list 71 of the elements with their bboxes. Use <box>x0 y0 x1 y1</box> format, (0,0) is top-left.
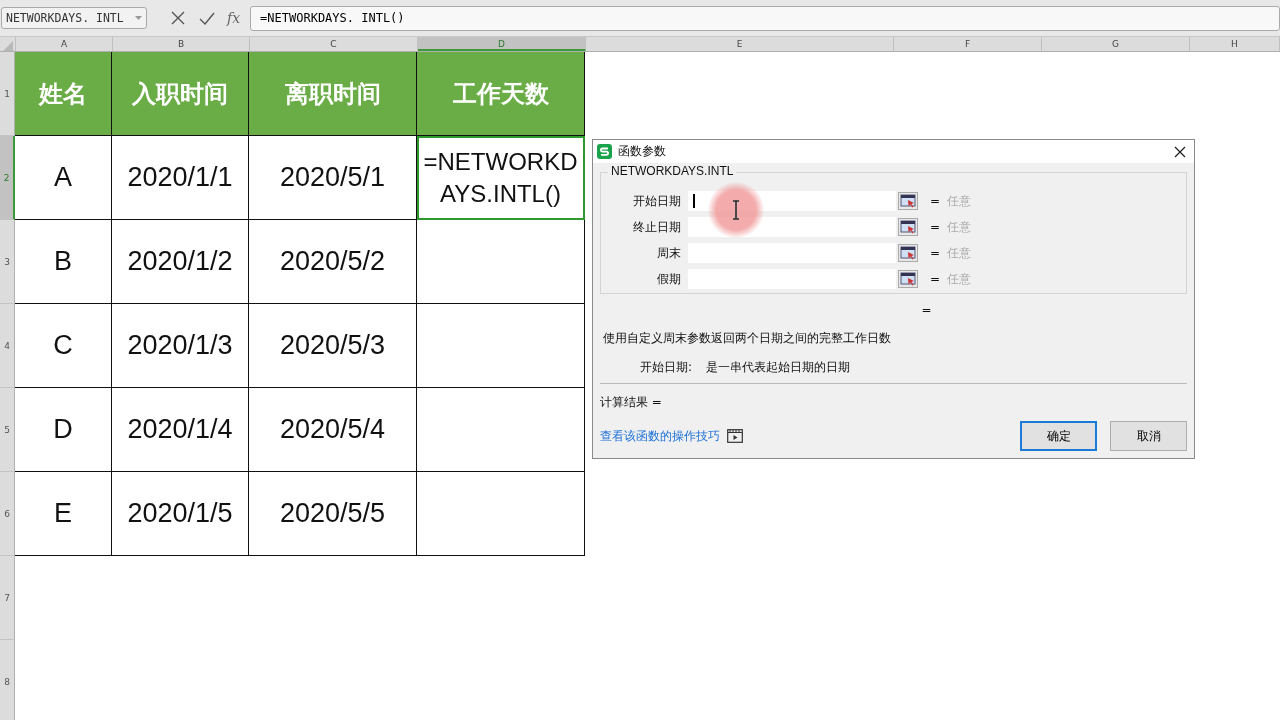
argument-label: 假期 <box>656 270 682 288</box>
close-icon[interactable] <box>1174 145 1186 158</box>
argument-result: 任意 <box>947 192 972 210</box>
argument-label: 终止日期 <box>632 218 682 236</box>
argument-result: 任意 <box>947 218 972 236</box>
column-header[interactable]: A <box>16 37 113 51</box>
function-name: NETWORKDAYS.INTL <box>608 164 737 178</box>
column-header[interactable]: B <box>113 37 250 51</box>
row-header[interactable]: 3 <box>0 220 15 304</box>
row-header[interactable]: 6 <box>0 472 15 556</box>
table-cell[interactable]: 2020/5/2 <box>249 220 417 304</box>
cancel-icon[interactable] <box>171 11 185 25</box>
table-cell[interactable]: 2020/1/3 <box>112 304 249 388</box>
argument-result: 任意 <box>947 244 972 262</box>
argument-field[interactable] <box>688 191 896 211</box>
text-cursor-icon <box>732 200 740 220</box>
argument-label: 周末 <box>656 244 682 262</box>
row-header[interactable]: 5 <box>0 388 15 472</box>
table-cell[interactable]: 2020/5/3 <box>249 304 417 388</box>
table-cell[interactable]: A <box>15 136 112 220</box>
row-header[interactable]: 8 <box>0 640 15 720</box>
table-cell[interactable]: D <box>15 388 112 472</box>
table-cell[interactable] <box>417 388 585 472</box>
range-select-icon[interactable] <box>898 192 918 210</box>
argument-help-label: 开始日期: <box>640 359 693 376</box>
argument-label: 开始日期 <box>632 192 682 210</box>
equals-sign: = <box>930 246 941 260</box>
range-select-icon[interactable] <box>898 244 918 262</box>
table-cell[interactable]: E <box>15 472 112 556</box>
table-cell[interactable]: 2020/1/4 <box>112 388 249 472</box>
ok-button[interactable]: 确定 <box>1020 421 1097 451</box>
table-cell[interactable]: 2020/1/1 <box>112 136 249 220</box>
column-header[interactable]: E <box>586 37 894 51</box>
table-cell[interactable]: C <box>15 304 112 388</box>
table-cell[interactable]: 2020/5/1 <box>249 136 417 220</box>
dropdown-icon[interactable] <box>135 16 142 20</box>
formula-result: = <box>920 303 933 317</box>
dialog-title: 函数参数 <box>618 143 666 160</box>
equals-sign: = <box>930 220 941 234</box>
range-select-icon[interactable] <box>898 218 918 236</box>
table-cell[interactable]: 2020/1/2 <box>112 220 249 304</box>
row-header[interactable]: 7 <box>0 556 15 640</box>
name-box[interactable]: NETWORKDAYS. INTL <box>1 7 147 29</box>
equals-sign: = <box>930 194 941 208</box>
table-cell[interactable]: =NETWORKDAYS.INTL() <box>417 136 585 220</box>
column-header[interactable]: F <box>894 37 1042 51</box>
argument-field[interactable] <box>688 217 896 237</box>
table-cell[interactable] <box>417 472 585 556</box>
function-description: 使用自定义周末参数返回两个日期之间的完整工作日数 <box>602 330 892 347</box>
argument-result: 任意 <box>947 270 972 288</box>
table-cell[interactable]: 2020/1/5 <box>112 472 249 556</box>
argument-help-text: 是一串代表起始日期的日期 <box>706 359 851 376</box>
calculation-result: 计算结果 = <box>600 394 663 411</box>
table-cell[interactable] <box>417 304 585 388</box>
table-cell[interactable]: 2020/5/5 <box>249 472 417 556</box>
check-icon[interactable] <box>199 11 215 25</box>
formula-field[interactable]: =NETWORKDAYS. INTL() <box>250 5 1280 31</box>
function-tips-link[interactable]: 查看该函数的操作技巧 <box>600 427 720 445</box>
column-header[interactable]: G <box>1042 37 1190 51</box>
equals-sign: = <box>930 272 941 286</box>
table-cell[interactable]: B <box>15 220 112 304</box>
row-header[interactable]: 4 <box>0 304 15 388</box>
row-header[interactable]: 1 <box>0 52 15 136</box>
function-button[interactable]: fx <box>227 10 241 26</box>
column-header[interactable]: H <box>1190 37 1280 51</box>
video-icon[interactable] <box>727 429 743 443</box>
table-cell[interactable] <box>417 220 585 304</box>
range-select-icon[interactable] <box>898 270 918 288</box>
cancel-button[interactable]: 取消 <box>1110 421 1187 451</box>
app-logo-icon <box>597 144 612 159</box>
table-cell[interactable]: 2020/5/4 <box>249 388 417 472</box>
